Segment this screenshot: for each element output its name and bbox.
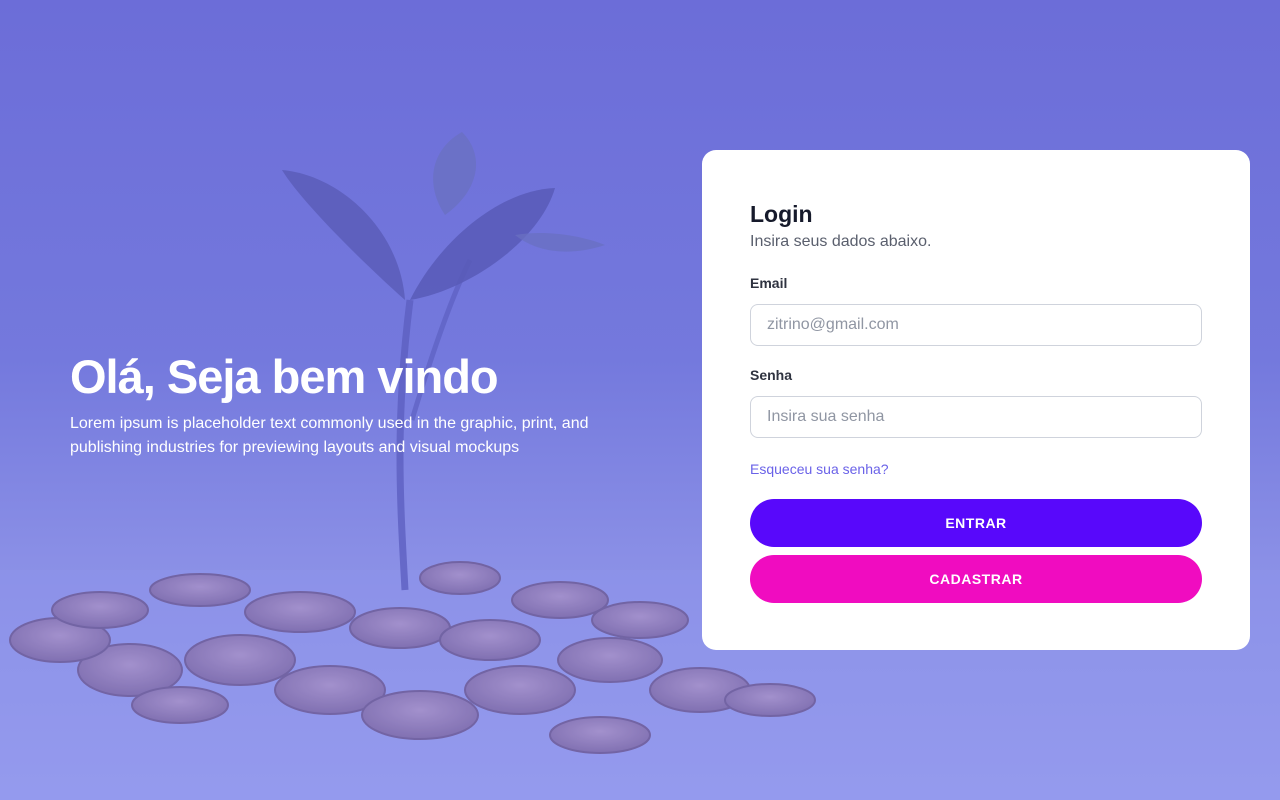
password-input[interactable] xyxy=(750,396,1202,438)
login-button[interactable]: ENTRAR xyxy=(750,499,1202,547)
email-label: Email xyxy=(750,275,788,291)
hero-title: Olá, Seja bem vindo xyxy=(70,350,499,403)
login-card: Login Insira seus dados abaixo. Email Se… xyxy=(702,150,1250,650)
password-label: Senha xyxy=(750,367,793,383)
hero-section: Olá, Seja bem vindo Lorem ipsum is place… xyxy=(70,348,630,460)
login-subtitle: Insira seus dados abaixo. xyxy=(750,233,932,250)
email-input[interactable] xyxy=(750,304,1202,346)
register-button[interactable]: CADASTRAR xyxy=(750,555,1202,603)
login-page: Olá, Seja bem vindo Lorem ipsum is place… xyxy=(0,0,1280,800)
forgot-password-link[interactable]: Esqueceu sua senha? xyxy=(750,460,889,478)
hero-description: Lorem ipsum is placeholder text commonly… xyxy=(70,415,589,456)
login-title: Login xyxy=(750,201,813,227)
